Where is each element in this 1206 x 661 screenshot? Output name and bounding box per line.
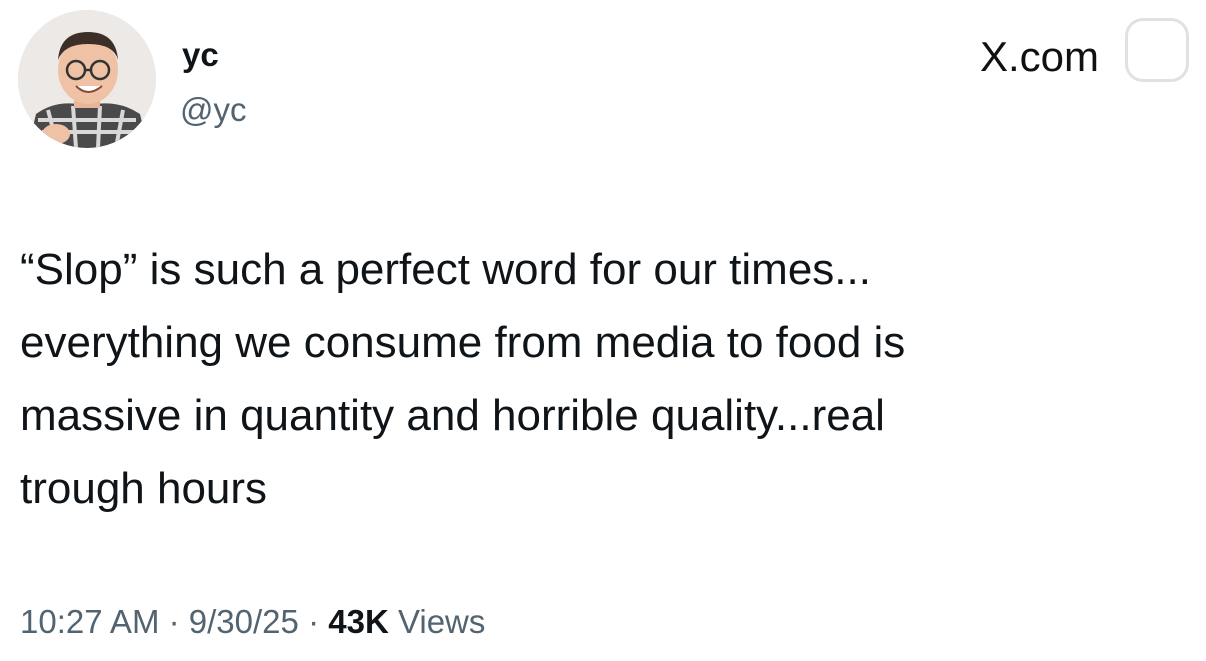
separator: · bbox=[308, 603, 320, 640]
user-handle[interactable]: @yc bbox=[180, 93, 247, 126]
avatar-image bbox=[18, 10, 156, 148]
views-label: Views bbox=[397, 603, 486, 640]
tweet-line: massive in quantity and horrible quality… bbox=[20, 391, 885, 440]
tweet-meta: 10:27 AM · 9/30/25 · 43K Views bbox=[20, 605, 485, 638]
avatar[interactable] bbox=[18, 10, 156, 148]
tweet-text: “Slop” is such a perfect word for our ti… bbox=[20, 233, 1170, 525]
views-count: 43K bbox=[328, 603, 389, 640]
display-name[interactable]: yc bbox=[182, 38, 219, 71]
separator: · bbox=[168, 603, 180, 640]
tweet-card: yc @yc X.com “Slop” is such a perfect wo… bbox=[0, 0, 1206, 661]
overlay-icon bbox=[1125, 18, 1189, 82]
tweet-line: everything we consume from media to food… bbox=[20, 318, 906, 367]
tweet-line: trough hours bbox=[20, 464, 268, 513]
tweet-line: “Slop” is such a perfect word for our ti… bbox=[20, 245, 871, 294]
tweet-date[interactable]: 9/30/25 bbox=[189, 603, 299, 640]
tweet-time[interactable]: 10:27 AM bbox=[20, 603, 159, 640]
